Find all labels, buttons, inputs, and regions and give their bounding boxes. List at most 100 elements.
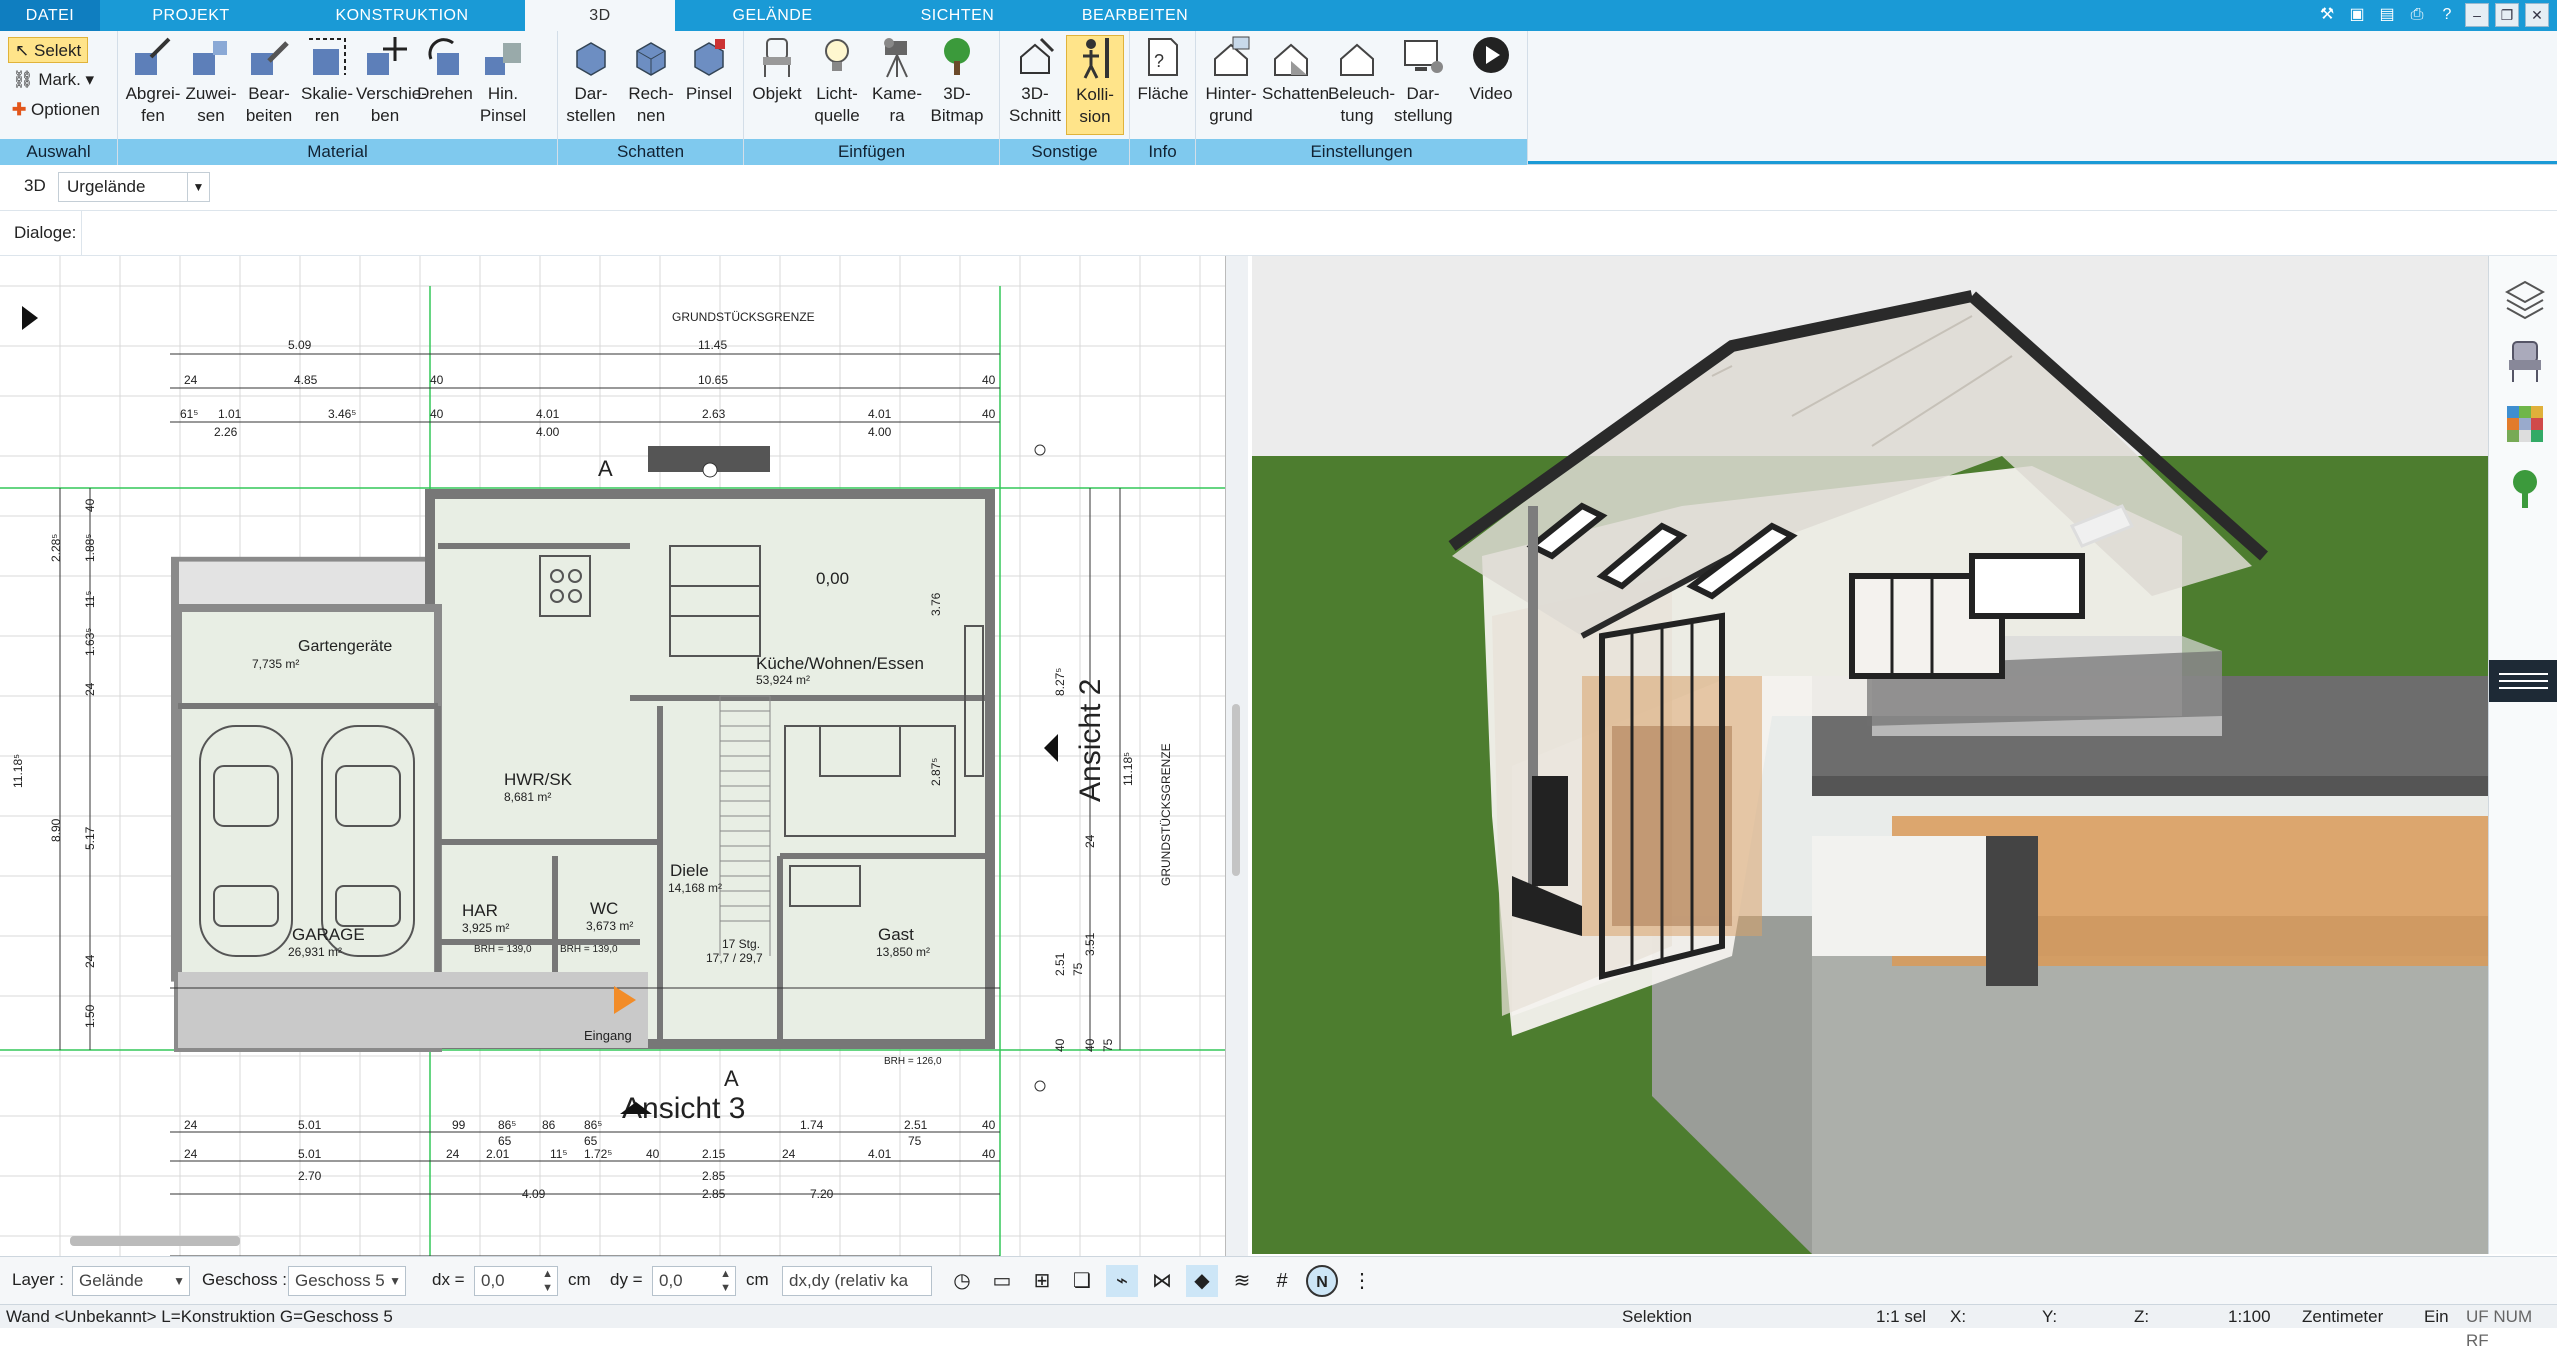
collision-button[interactable]: Kolli- sion bbox=[1066, 35, 1124, 135]
video-button[interactable]: Video bbox=[1462, 35, 1520, 105]
right-toolbar bbox=[2488, 256, 2557, 1254]
window-icon[interactable]: ▣ bbox=[2345, 3, 2369, 27]
insert-camera-button[interactable]: Kame- ra bbox=[868, 35, 926, 127]
rotate-icon bbox=[428, 38, 459, 75]
options-button[interactable]: ✚ Optionen bbox=[12, 97, 100, 123]
room-name-hwr: HWR/SK bbox=[504, 770, 573, 789]
tab-konstruktion[interactable]: KONSTRUKTION bbox=[282, 0, 522, 31]
3d-view[interactable] bbox=[1252, 256, 2488, 1254]
layer-select[interactable]: Gelände ▼ bbox=[72, 1266, 190, 1296]
minimize-button[interactable]: – bbox=[2465, 3, 2489, 27]
shadow-brush-button[interactable]: Pinsel bbox=[680, 35, 738, 105]
copy-icon[interactable]: ❏ bbox=[1066, 1265, 1098, 1297]
insert-3d-bitmap-button[interactable]: 3D- Bitmap bbox=[928, 35, 986, 127]
dim-right-8: 40 bbox=[1053, 1038, 1067, 1052]
3d-section-button[interactable]: 3D- Schnitt bbox=[1006, 35, 1064, 127]
layers-toggle-icon[interactable]: ≋ bbox=[1226, 1265, 1258, 1297]
room-name-har: HAR bbox=[462, 901, 498, 920]
print-icon[interactable]: ⎙ bbox=[2405, 3, 2429, 27]
material-rotate-button[interactable]: Drehen bbox=[416, 35, 474, 105]
dim-right-3: 11.18⁵ bbox=[1121, 752, 1135, 786]
clock-icon[interactable]: ◷ bbox=[946, 1265, 978, 1297]
shadow-settings-button[interactable]: Schatten bbox=[1262, 35, 1329, 105]
insert-object-button[interactable]: Objekt bbox=[748, 35, 806, 105]
ribbon: ↖ Selekt ⛓ Mark. ▾ ✚ Optionen Auswahl Ab… bbox=[0, 31, 2557, 165]
insert-light-button[interactable]: Licht- quelle bbox=[808, 35, 866, 127]
material-assign-button[interactable]: Zuwei- sen bbox=[182, 35, 240, 127]
mark-button[interactable]: ⛓ Mark. ▾ bbox=[12, 67, 94, 93]
stepper-icon[interactable]: ▲ ▼ bbox=[720, 1267, 731, 1295]
room-area-wc: 3,673 m² bbox=[586, 919, 633, 933]
network-icon[interactable]: ⊞ bbox=[1026, 1265, 1058, 1297]
dim-right-0: 8.27⁵ bbox=[1053, 668, 1067, 696]
cube-shadow-icon bbox=[576, 42, 606, 76]
dim-bottom-0: 24 bbox=[184, 1118, 198, 1132]
status-z: Z: bbox=[2134, 1307, 2150, 1326]
terrain-select[interactable]: Urgelände ▼ bbox=[58, 172, 210, 202]
assign-icon bbox=[193, 41, 227, 75]
dim-bottom-11: 75 bbox=[908, 1134, 922, 1148]
room-name-gartengeraete: Gartengeräte bbox=[298, 638, 392, 655]
panel-menu-button[interactable] bbox=[2489, 660, 2557, 702]
more-icon[interactable]: ⋮ bbox=[1346, 1265, 1378, 1297]
tools-icon[interactable]: ⚒ bbox=[2315, 3, 2339, 27]
material-move-button[interactable]: Verschie- ben bbox=[356, 35, 427, 127]
lighting-button[interactable]: Beleuch- tung bbox=[1328, 35, 1395, 127]
close-button[interactable]: ✕ bbox=[2525, 3, 2549, 27]
background-button[interactable]: Hinter- grund bbox=[1202, 35, 1260, 127]
plant-icon[interactable] bbox=[2505, 466, 2545, 512]
material-scale-button[interactable]: Skalie- ren bbox=[298, 35, 356, 127]
dim-bottom-23: 2.70 bbox=[298, 1169, 322, 1183]
grid-icon[interactable]: # bbox=[1266, 1265, 1298, 1297]
plane-icon[interactable]: ◆ bbox=[1186, 1265, 1218, 1297]
background-brush-button[interactable]: Hin. Pinsel bbox=[474, 35, 532, 127]
plan-v-scrollbar[interactable] bbox=[1232, 704, 1240, 876]
material-pick-button[interactable]: Abgrei- fen bbox=[124, 35, 182, 127]
dy-input[interactable]: 0,0 ▲ ▼ bbox=[652, 1266, 736, 1296]
restore-button[interactable]: ❐ bbox=[2495, 3, 2519, 27]
dim-left-10: 1.50 bbox=[83, 1004, 97, 1028]
furniture-icon[interactable] bbox=[2505, 338, 2545, 384]
screen-icon[interactable]: ▭ bbox=[986, 1265, 1018, 1297]
section-marker-bottom: A bbox=[724, 1066, 739, 1091]
material-palette-icon[interactable] bbox=[2505, 402, 2545, 448]
play-icon bbox=[1473, 37, 1509, 73]
monitor-icon bbox=[1404, 40, 1443, 73]
group-label-material: Material bbox=[118, 139, 557, 165]
coord-mode-select[interactable]: dx,dy (relativ ka bbox=[782, 1266, 932, 1296]
display-settings-button[interactable]: Dar- stellung bbox=[1394, 35, 1453, 127]
tab-sichten[interactable]: SICHTEN bbox=[870, 0, 1045, 31]
shadow-display-button[interactable]: Dar- stellen bbox=[562, 35, 620, 127]
dim-bottom-2: 99 bbox=[452, 1118, 466, 1132]
view-splitter[interactable] bbox=[1226, 256, 1248, 1256]
dim-bottom-3: 86⁵ bbox=[498, 1118, 516, 1132]
cursor-icon: ↖ bbox=[15, 41, 30, 60]
stepper-icon[interactable]: ▲ ▼ bbox=[542, 1267, 553, 1295]
dim-top-3: 4.85 bbox=[294, 373, 318, 387]
snap-icon[interactable]: ⌁ bbox=[1106, 1265, 1138, 1297]
shadow-compute-button[interactable]: Rech- nen bbox=[622, 35, 680, 127]
floor-plan-view[interactable]: GRUNDSTÜCKSGRENZE Gartengeräte 7,735 m² … bbox=[0, 256, 1226, 1256]
tab-datei[interactable]: DATEI bbox=[0, 0, 100, 31]
cube-compute-icon bbox=[636, 42, 666, 76]
select-button[interactable]: ↖ Selekt bbox=[8, 37, 89, 63]
tab-projekt[interactable]: PROJEKT bbox=[100, 0, 282, 31]
north-icon[interactable]: N bbox=[1306, 1265, 1338, 1297]
dim-top-10: 40 bbox=[430, 407, 444, 421]
layers-icon[interactable] bbox=[2504, 276, 2546, 322]
help-icon[interactable]: ? bbox=[2435, 3, 2459, 27]
plan-h-scrollbar[interactable] bbox=[70, 1236, 240, 1246]
tab-bearbeiten[interactable]: BEARBEITEN bbox=[1045, 0, 1225, 31]
dialog-label: Dialoge: bbox=[0, 211, 82, 255]
material-edit-button[interactable]: Bear- beiten bbox=[240, 35, 298, 127]
geschoss-select[interactable]: Geschoss 5 ▼ bbox=[288, 1266, 406, 1296]
status-bar: Wand <Unbekannt> L=Konstruktion G=Gescho… bbox=[0, 1304, 2557, 1350]
dim-bottom-5: 86⁵ bbox=[584, 1118, 602, 1132]
dx-input[interactable]: 0,0 ▲ ▼ bbox=[474, 1266, 558, 1296]
floor-plan-drawing: GRUNDSTÜCKSGRENZE Gartengeräte 7,735 m² … bbox=[0, 256, 1225, 1256]
link-icon[interactable]: ⋈ bbox=[1146, 1265, 1178, 1297]
tab-3d[interactable]: 3D bbox=[525, 0, 675, 31]
layout-icon[interactable]: ▤ bbox=[2375, 3, 2399, 27]
tab-gelaende[interactable]: GELÄNDE bbox=[675, 0, 870, 31]
area-info-button[interactable]: ? Fläche bbox=[1134, 35, 1192, 105]
